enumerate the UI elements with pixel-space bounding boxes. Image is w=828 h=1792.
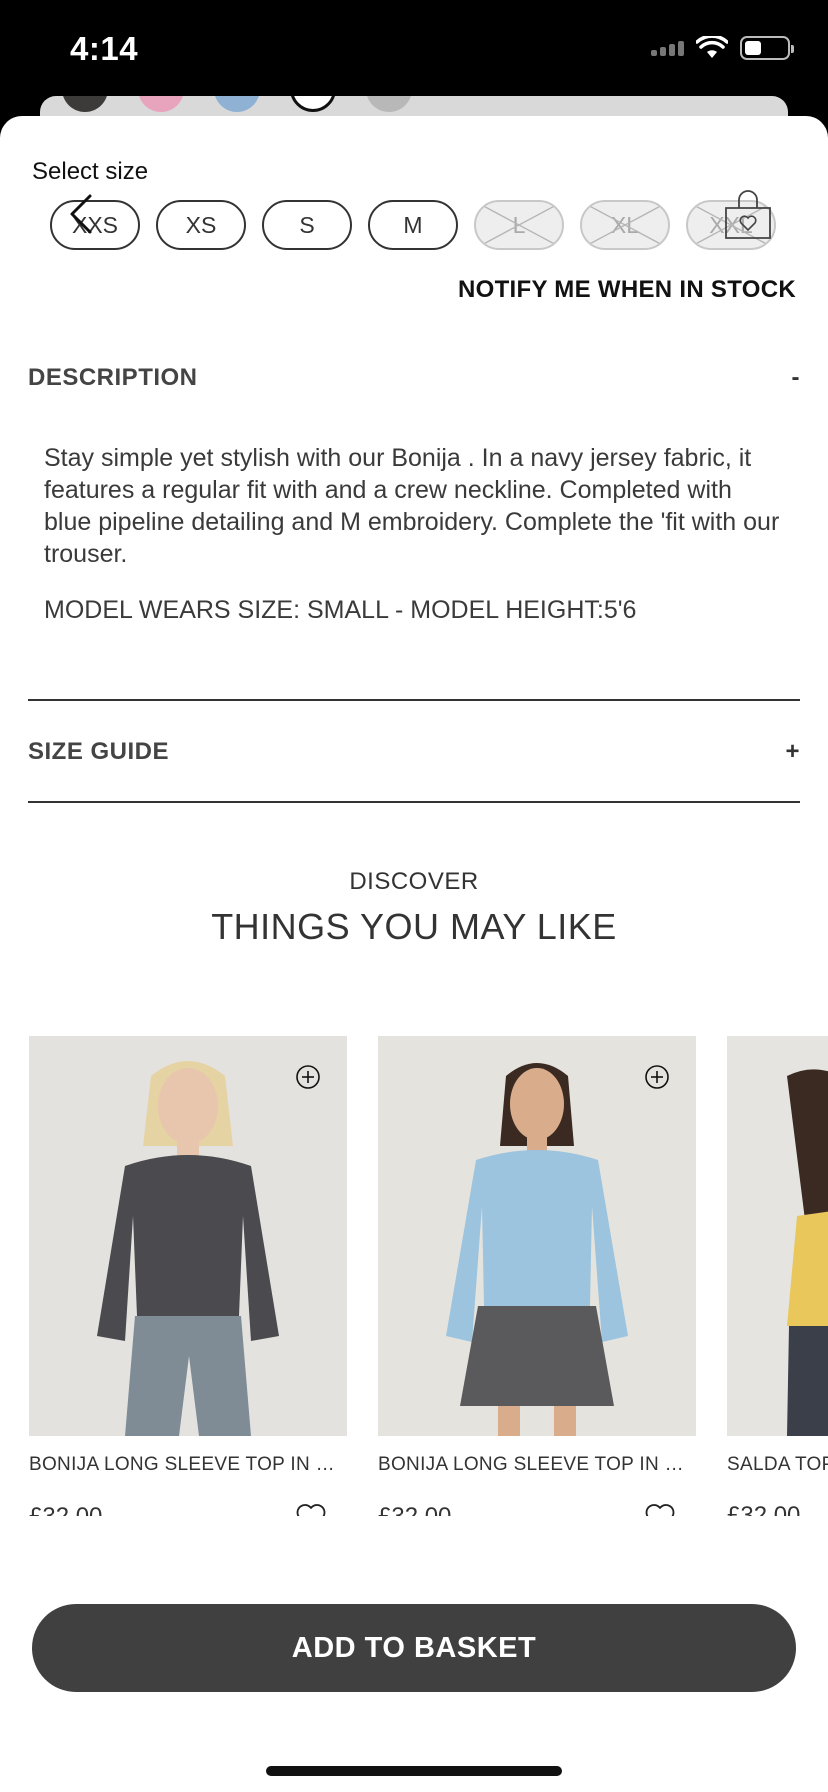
size-options: XXS XS S M L XL XXL bbox=[50, 200, 776, 250]
product-image[interactable] bbox=[29, 1036, 347, 1436]
size-option-xl[interactable]: XL bbox=[580, 200, 670, 250]
product-name[interactable]: BONIJA LONG SLEEVE TOP IN NA... bbox=[378, 1454, 696, 1476]
wishlist-heart-icon[interactable] bbox=[295, 1502, 327, 1516]
product-name[interactable]: BONIJA LONG SLEEVE TOP IN BE... bbox=[29, 1454, 347, 1476]
status-time: 4:14 bbox=[70, 30, 139, 67]
size-option-l[interactable]: L bbox=[474, 200, 564, 250]
size-guide-title: SIZE GUIDE bbox=[28, 738, 170, 765]
color-swatch bbox=[138, 96, 184, 112]
product-card[interactable]: SALDA TOP £32.00 bbox=[727, 1036, 828, 1516]
size-option-m[interactable]: M bbox=[368, 200, 458, 250]
notify-me-link[interactable]: NOTIFY ME WHEN IN STOCK bbox=[458, 276, 796, 304]
recommendations-title: THINGS YOU MAY LIKE bbox=[211, 906, 617, 947]
description-title: DESCRIPTION bbox=[28, 364, 198, 391]
out-of-stock-cross bbox=[476, 202, 562, 248]
product-detail-sheet: Select size XXS XS S M L XL XXL NOTIFY M… bbox=[0, 116, 828, 1792]
size-label: XS bbox=[185, 211, 217, 238]
add-to-basket-button[interactable]: ADD TO BASKET bbox=[32, 1604, 796, 1692]
quick-add-icon[interactable] bbox=[644, 1064, 670, 1090]
size-option-xs[interactable]: XS bbox=[156, 200, 246, 250]
color-swatch bbox=[366, 96, 412, 112]
product-image[interactable] bbox=[727, 1036, 828, 1436]
recommendations-carousel[interactable]: BONIJA LONG SLEEVE TOP IN BE... £32.00 bbox=[0, 1036, 828, 1516]
size-guide-accordion-header[interactable]: SIZE GUIDE + bbox=[28, 738, 800, 766]
basket-bag-icon[interactable] bbox=[720, 190, 776, 242]
model-info-text: MODEL WEARS SIZE: SMALL - MODEL HEIGHT:5… bbox=[44, 596, 637, 624]
out-of-stock-cross bbox=[582, 202, 668, 248]
divider bbox=[28, 699, 800, 701]
product-image[interactable] bbox=[378, 1036, 696, 1436]
product-photo bbox=[29, 1036, 347, 1436]
color-swatch bbox=[290, 96, 336, 112]
size-option-s[interactable]: S bbox=[262, 200, 352, 250]
product-photo bbox=[727, 1036, 828, 1436]
wifi-icon bbox=[696, 36, 728, 58]
color-swatch bbox=[62, 96, 108, 112]
discover-eyebrow: DISCOVER bbox=[349, 868, 479, 895]
product-price: £32.00 bbox=[727, 1502, 801, 1516]
size-label: M bbox=[403, 211, 423, 238]
color-swatch bbox=[214, 96, 260, 112]
battery-icon bbox=[740, 36, 794, 60]
product-photo bbox=[378, 1036, 696, 1436]
cellular-signal-icon bbox=[651, 40, 684, 56]
divider bbox=[28, 801, 800, 803]
product-price: £32.00 bbox=[29, 1503, 102, 1516]
description-text: Stay simple yet stylish with our Bonija … bbox=[44, 444, 780, 568]
status-bar: 4:14 bbox=[0, 0, 828, 100]
product-card[interactable]: BONIJA LONG SLEEVE TOP IN NA... £32.00 bbox=[378, 1036, 696, 1516]
size-label: S bbox=[299, 211, 315, 238]
status-icons bbox=[651, 36, 794, 60]
product-card[interactable]: BONIJA LONG SLEEVE TOP IN BE... £32.00 bbox=[29, 1036, 347, 1516]
home-indicator[interactable] bbox=[266, 1766, 562, 1776]
back-chevron-icon[interactable] bbox=[66, 192, 96, 236]
expand-toggle-icon[interactable]: + bbox=[785, 738, 800, 766]
wishlist-heart-icon[interactable] bbox=[644, 1502, 676, 1516]
select-size-label: Select size bbox=[32, 158, 149, 185]
quick-add-icon[interactable] bbox=[295, 1064, 321, 1090]
description-accordion-header[interactable]: DESCRIPTION - bbox=[28, 364, 800, 392]
product-name[interactable]: SALDA TOP bbox=[727, 1454, 828, 1476]
product-price: £32.00 bbox=[378, 1503, 451, 1516]
collapse-toggle-icon[interactable]: - bbox=[792, 364, 801, 392]
